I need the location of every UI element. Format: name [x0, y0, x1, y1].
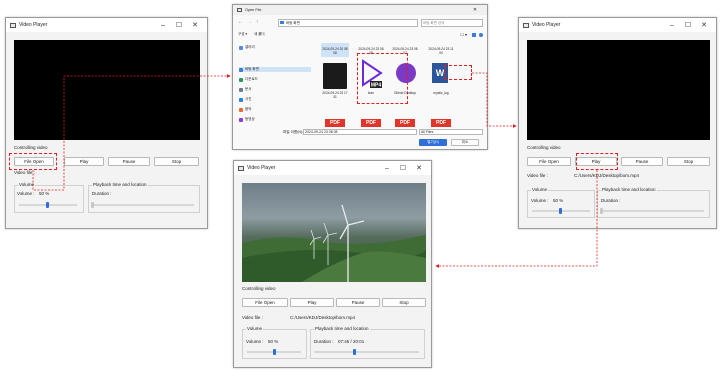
arrow-to-right-player — [472, 72, 517, 128]
arrow-to-explorer — [32, 74, 231, 191]
arrow-to-playing — [435, 170, 598, 268]
flow-arrows — [32, 72, 598, 268]
